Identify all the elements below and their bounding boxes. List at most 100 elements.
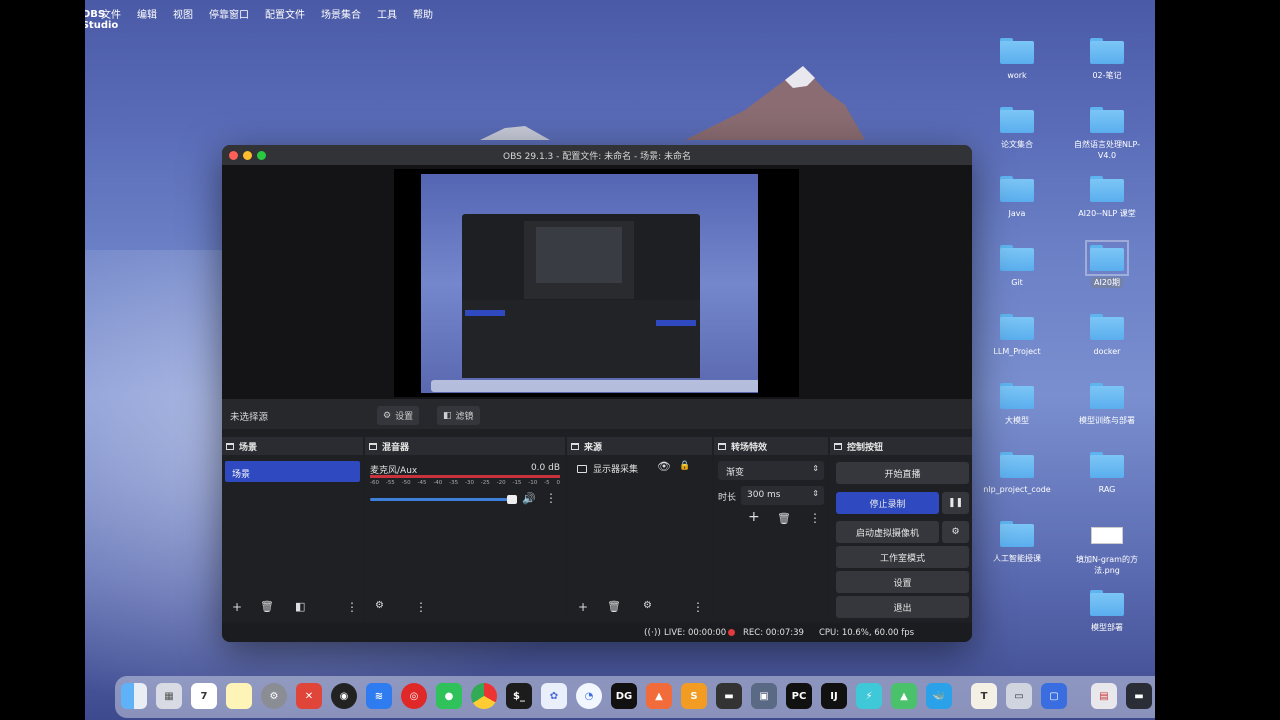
scenes-more-icon[interactable]: ⋮ [346, 600, 358, 614]
desktop-icon-label: nlp_project_code [983, 485, 1051, 494]
intellij-icon[interactable]: IJ [821, 683, 847, 709]
desktop-folder-rag[interactable]: RAG [1067, 452, 1147, 495]
desktop-folder-model-deploy[interactable]: 模型部署 [1067, 590, 1147, 633]
preview-area[interactable] [222, 165, 972, 399]
system-settings-icon[interactable]: ⚙ [261, 683, 287, 709]
desktop-folder-ai20-nlp[interactable]: AI20--NLP 课堂 [1067, 176, 1147, 219]
mixer-more-icon[interactable]: ⋮ [545, 491, 557, 505]
xmind-icon[interactable]: ✕ [296, 683, 322, 709]
app-icon[interactable]: ⚡ [856, 683, 882, 709]
source-filters-label: 滤镜 [455, 412, 474, 422]
desktop-folder-llm-project[interactable]: LLM_Project [977, 314, 1057, 357]
studio-mode-button[interactable]: 工作室模式 [836, 546, 969, 568]
stop-recording-button[interactable]: 停止录制 [836, 492, 939, 514]
remove-scene-icon[interactable]: 🗑 [260, 600, 274, 613]
menu-tools[interactable]: 工具 [377, 6, 397, 21]
pycharm-icon[interactable]: PC [786, 683, 812, 709]
desktop-folder-train-deploy[interactable]: 模型训练与部署 [1067, 383, 1147, 426]
folder-icon [1090, 38, 1124, 64]
desktop-folder-notes[interactable]: 02-笔记 [1067, 38, 1147, 81]
start-streaming-button[interactable]: 开始直播 [836, 462, 969, 484]
scene-filters-icon[interactable]: ◧ [295, 600, 305, 613]
desktop-folder-work[interactable]: work [977, 38, 1057, 81]
desktop-folder-llm[interactable]: 大模型 [977, 383, 1057, 426]
launchpad-icon[interactable]: ▦ [156, 683, 182, 709]
settings-button[interactable]: 设置 [836, 571, 969, 593]
app-icon[interactable]: ▬ [1126, 683, 1152, 709]
app-icon[interactable]: ▢ [1041, 683, 1067, 709]
finder-icon[interactable] [121, 683, 147, 709]
desktop-folder-ai-teaching[interactable]: 人工智能授课 [977, 521, 1057, 564]
desktop-folder-git[interactable]: Git [977, 245, 1057, 288]
visibility-eye-icon[interactable]: 👁 [657, 460, 671, 473]
desktop-folder-ai20[interactable]: AI20期 [1067, 240, 1147, 288]
chrome-icon[interactable] [471, 683, 497, 709]
add-transition-icon[interactable]: + [748, 509, 760, 525]
transition-more-icon[interactable]: ⋮ [809, 511, 821, 525]
remove-transition-icon[interactable]: 🗑 [777, 512, 791, 525]
datagrip-icon[interactable]: DG [611, 683, 637, 709]
lark-icon[interactable]: ≋ [366, 683, 392, 709]
desktop-file-ngram-png[interactable]: 填加N-gram的方法.png [1067, 521, 1147, 576]
menu-help[interactable]: 帮助 [413, 6, 433, 21]
meter-tick: -15 [512, 480, 522, 486]
sublime-icon[interactable]: S [681, 683, 707, 709]
app-icon[interactable]: ▣ [751, 683, 777, 709]
audio-settings-icon[interactable]: ⚙ [375, 600, 384, 611]
virtual-camera-settings-button[interactable]: ⚙ [942, 521, 969, 543]
preview-canvas [394, 169, 799, 397]
app-icon[interactable]: ▲ [891, 683, 917, 709]
add-scene-icon[interactable]: + [232, 600, 242, 614]
volume-slider[interactable] [370, 498, 515, 501]
sources-more-icon[interactable]: ⋮ [692, 600, 704, 614]
menu-edit[interactable]: 编辑 [137, 6, 157, 21]
desktop-folder-papers[interactable]: 论文集合 [977, 107, 1057, 150]
add-source-icon[interactable]: + [578, 600, 588, 614]
calendar-icon[interactable]: 7 [191, 683, 217, 709]
remove-source-icon[interactable]: 🗑 [607, 600, 621, 613]
source-filters-button[interactable]: ◧ 滤镜 [437, 406, 480, 425]
desktop-folder-docker[interactable]: docker [1067, 314, 1147, 357]
status-bar: ((·)) LIVE: 00:00:00 REC: 00:07:39 CPU: … [222, 623, 972, 642]
menu-scene-collection[interactable]: 场景集合 [321, 6, 361, 21]
textedit-icon[interactable]: T [971, 683, 997, 709]
scene-item[interactable]: 场景 [225, 461, 360, 482]
start-virtual-camera-button[interactable]: 启动虚拟摄像机 [836, 521, 939, 543]
docker-icon[interactable]: 🐳 [926, 683, 952, 709]
app-icon[interactable]: ◔ [576, 683, 602, 709]
speaker-icon[interactable]: 🔊 [522, 492, 536, 505]
obs-icon[interactable]: ◉ [331, 683, 357, 709]
desktop-folder-nlp-v4[interactable]: 自然语言处理NLP-V4.0 [1067, 107, 1147, 161]
volume-slider-handle[interactable] [507, 495, 517, 504]
wechat-icon[interactable]: ● [436, 683, 462, 709]
desktop-folder-nlp-code[interactable]: nlp_project_code [977, 452, 1057, 495]
netease-music-icon[interactable]: ◎ [401, 683, 427, 709]
menu-app-name[interactable]: OBS Studio [85, 7, 118, 33]
menu-profile[interactable]: 配置文件 [265, 6, 305, 21]
exit-button[interactable]: 退出 [836, 596, 969, 618]
menu-docks[interactable]: 停靠窗口 [209, 6, 249, 21]
app-icon[interactable]: ▬ [716, 683, 742, 709]
mixer-footer: ⚙ ⋮ [365, 595, 565, 621]
transition-type-value: 渐变 [726, 468, 745, 478]
folder-icon [1000, 314, 1034, 340]
duration-spinbox[interactable]: 300 ms ⇕ [741, 486, 824, 505]
pause-recording-button[interactable]: ❚❚ [942, 492, 969, 514]
source-item[interactable]: 显示器采集 [577, 462, 638, 475]
terminal-icon[interactable]: $_ [506, 683, 532, 709]
desktop-icon-label: work [1007, 71, 1027, 80]
desktop-folder-java[interactable]: Java [977, 176, 1057, 219]
app-icon[interactable]: ▲ [646, 683, 672, 709]
source-settings-button[interactable]: ⚙ 设置 [377, 406, 420, 425]
notes-icon[interactable] [226, 683, 252, 709]
app-icon[interactable]: ▤ [1091, 683, 1117, 709]
app-icon[interactable]: ✿ [541, 683, 567, 709]
sources-dock: 来源 显示器采集 👁 🔒 + 🗑 ⚙ ⋮ [567, 437, 712, 621]
transition-type-select[interactable]: 渐变 ⇕ [718, 461, 824, 480]
meter-tick: -25 [480, 480, 490, 486]
app-icon[interactable]: ▭ [1006, 683, 1032, 709]
source-properties-icon[interactable]: ⚙ [643, 600, 652, 611]
mixer-options-icon[interactable]: ⋮ [415, 600, 427, 614]
menu-view[interactable]: 视图 [173, 6, 193, 21]
lock-icon[interactable]: 🔒 [679, 461, 690, 471]
